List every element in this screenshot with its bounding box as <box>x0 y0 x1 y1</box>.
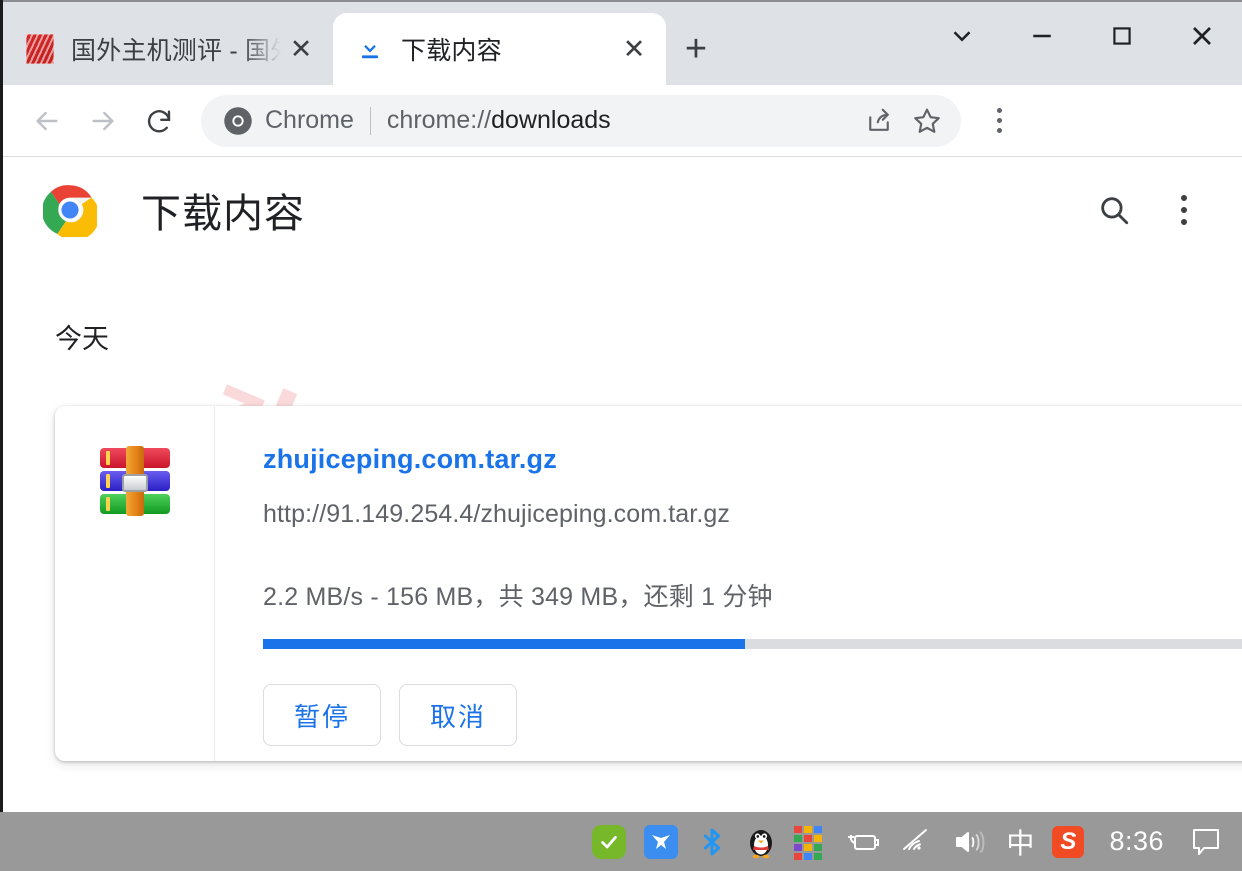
share-icon[interactable] <box>855 97 903 145</box>
wifi-icon[interactable] <box>891 812 943 871</box>
new-tab-button[interactable]: + <box>666 13 726 85</box>
taskbar-clock[interactable]: 8:36 <box>1093 826 1180 857</box>
downloads-menu-three-dot-icon[interactable] <box>1156 182 1212 238</box>
browser-menu-three-dot-icon[interactable] <box>975 93 1023 149</box>
download-item-card: zhujiceping.com.tar.gz http://91.149.254… <box>55 406 1242 761</box>
sogou-label: S <box>1052 825 1085 858</box>
close-button[interactable] <box>1162 4 1242 68</box>
download-status-text: 2.2 MB/s - 156 MB，共 349 MB，还剩 1 分钟 <box>263 583 773 611</box>
tab-close-button[interactable]: ✕ <box>283 31 319 67</box>
tab-close-button[interactable]: ✕ <box>616 31 652 67</box>
notification-icon[interactable] <box>1180 812 1232 871</box>
back-arrow-icon[interactable] <box>19 93 75 149</box>
omnibox-url-prefix: chrome:// <box>386 106 492 134</box>
download-action-buttons: 暂停 取消 <box>263 684 517 746</box>
download-progress-fill <box>263 639 745 649</box>
reload-icon[interactable] <box>131 93 187 149</box>
winrar-archive-icon <box>99 446 170 516</box>
search-icon[interactable] <box>1086 182 1142 238</box>
date-group-heading: 今天 <box>55 324 109 354</box>
file-icon-column <box>55 406 215 761</box>
downloads-header: 下载内容 <box>3 157 1242 262</box>
omnibox-separator <box>369 106 371 135</box>
tab-strip: 国外主机测评 - 国外V ✕ 下载内容 ✕ + <box>3 0 1242 85</box>
windows-taskbar: 中 S 8:36 <box>0 812 1242 871</box>
tab-title: 下载内容 <box>401 37 502 65</box>
chrome-logo-icon <box>43 183 97 237</box>
browser-window: 国外主机测评 - 国外V ✕ 下载内容 ✕ + <box>0 0 1242 812</box>
page-title: 下载内容 <box>141 191 305 236</box>
omnibox-url[interactable]: chrome://downloads <box>387 106 855 135</box>
qq-penguin-icon[interactable] <box>737 812 785 871</box>
tabs-area: 国外主机测评 - 国外V ✕ 下载内容 ✕ + <box>3 0 726 85</box>
tab-inactive-site[interactable]: 国外主机测评 - 国外V ✕ <box>3 13 333 85</box>
forward-arrow-icon[interactable] <box>75 93 131 149</box>
download-progress-bar <box>263 639 1242 649</box>
omnibox[interactable]: Chrome chrome://downloads <box>201 94 961 147</box>
chrome-logo-icon <box>223 106 253 136</box>
tab-search-chevron-down-icon[interactable] <box>922 4 1002 68</box>
tab-active-downloads[interactable]: 下载内容 ✕ <box>333 13 666 85</box>
download-source-url: http://91.149.254.4/zhujiceping.com.tar.… <box>263 500 731 528</box>
browser-toolbar: Chrome chrome://downloads <box>3 85 1242 157</box>
downloads-page: zhujiceping.com 下载内容 <box>3 157 1242 812</box>
maximize-button[interactable] <box>1082 4 1162 68</box>
cancel-button[interactable]: 取消 <box>399 684 517 746</box>
sogou-input-icon[interactable]: S <box>1043 812 1093 871</box>
pause-button[interactable]: 暂停 <box>263 684 381 746</box>
window-controls <box>922 4 1242 68</box>
volume-icon[interactable] <box>943 812 997 871</box>
download-arrow-icon <box>355 34 385 64</box>
download-details: zhujiceping.com.tar.gz http://91.149.254… <box>215 406 1242 761</box>
security-check-icon[interactable] <box>583 812 635 871</box>
battery-icon[interactable] <box>833 812 891 871</box>
color-squares-icon[interactable] <box>785 812 833 871</box>
omnibox-brand-label: Chrome <box>265 106 354 134</box>
minimize-button[interactable] <box>1002 4 1082 68</box>
ime-chinese-icon[interactable]: 中 <box>997 812 1043 871</box>
star-icon[interactable] <box>903 97 951 145</box>
screen: 国外主机测评 - 国外V ✕ 下载内容 ✕ + <box>0 0 1242 871</box>
download-filename-link[interactable]: zhujiceping.com.tar.gz <box>263 444 557 475</box>
omnibox-url-suffix: downloads <box>491 106 611 134</box>
blue-bird-icon[interactable] <box>635 812 687 871</box>
red-site-favicon-icon <box>25 34 55 64</box>
tab-title: 国外主机测评 - 国外V <box>71 37 283 65</box>
bluetooth-icon[interactable] <box>687 812 737 871</box>
ime-label: 中 <box>1006 827 1035 859</box>
